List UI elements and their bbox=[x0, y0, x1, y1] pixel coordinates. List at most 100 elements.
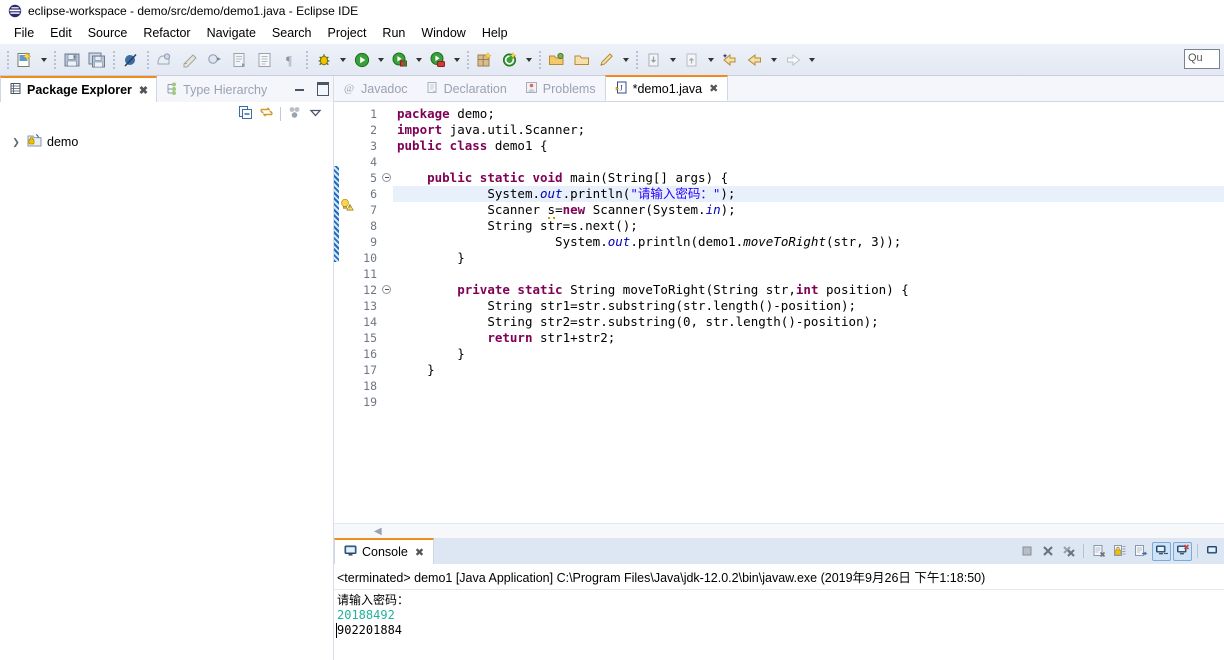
tab-javadoc[interactable]: @ Javadoc bbox=[334, 77, 417, 101]
code-line[interactable]: String str2=str.substring(0, str.length(… bbox=[393, 314, 1224, 330]
open-type-button[interactable] bbox=[203, 48, 227, 72]
annotation-button[interactable] bbox=[595, 48, 619, 72]
new-git-repo-button[interactable] bbox=[498, 48, 522, 72]
new-package-wizard-button[interactable] bbox=[473, 48, 497, 72]
close-icon[interactable]: ✖ bbox=[709, 82, 718, 95]
back-to-button[interactable] bbox=[718, 48, 742, 72]
save-all-button[interactable] bbox=[85, 48, 109, 72]
menu-window[interactable]: Window bbox=[413, 24, 473, 42]
remove-all-launches-button[interactable] bbox=[1059, 542, 1078, 561]
code-line[interactable]: System.out.println("请输入密码："); bbox=[393, 186, 1224, 202]
code-line[interactable]: private static String moveToRight(String… bbox=[393, 282, 1224, 298]
open-perspective-button[interactable] bbox=[545, 48, 569, 72]
code-line[interactable]: package demo; bbox=[393, 106, 1224, 122]
code-line[interactable]: import java.util.Scanner; bbox=[393, 122, 1224, 138]
open-task-button[interactable] bbox=[228, 48, 252, 72]
code-line[interactable]: } bbox=[393, 362, 1224, 378]
git-dropdown-arrow[interactable] bbox=[523, 48, 535, 72]
code-line[interactable]: System.out.println(demo1.moveToRight(str… bbox=[393, 234, 1224, 250]
menu-file[interactable]: File bbox=[6, 24, 42, 42]
open-folder-button[interactable] bbox=[570, 48, 594, 72]
annotation-dropdown-arrow[interactable] bbox=[620, 48, 632, 72]
display-selected-console-button[interactable] bbox=[1173, 541, 1192, 561]
code-line[interactable]: String str1=str.substring(str.length()-p… bbox=[393, 298, 1224, 314]
close-icon[interactable]: ✖ bbox=[139, 84, 148, 97]
code-editor[interactable]: ! 1 2 3 4 5 6 7 8 9 10 11 12 13 14 15 16 17 18 19 package … bbox=[334, 102, 1224, 523]
scroll-left-icon[interactable]: ◀ bbox=[374, 526, 382, 537]
tab-problems[interactable]: Problems bbox=[516, 77, 605, 101]
code-line[interactable]: public class demo1 { bbox=[393, 138, 1224, 154]
scroll-lock-button[interactable] bbox=[1110, 542, 1129, 561]
menu-navigate[interactable]: Navigate bbox=[199, 24, 264, 42]
word-wrap-button[interactable] bbox=[1131, 542, 1150, 561]
previous-annotation-dropdown-arrow[interactable] bbox=[705, 48, 717, 72]
code-line[interactable]: } bbox=[393, 250, 1224, 266]
code-line[interactable]: return str1+str2; bbox=[393, 330, 1224, 346]
open-console-button[interactable] bbox=[1203, 542, 1222, 561]
debug-button[interactable] bbox=[312, 48, 336, 72]
menu-refactor[interactable]: Refactor bbox=[135, 24, 198, 42]
tab-demo1-java[interactable]: J *demo1.java ✖ bbox=[604, 75, 729, 101]
coverage-button[interactable] bbox=[426, 48, 450, 72]
minimize-icon[interactable] bbox=[293, 80, 307, 94]
menu-help[interactable]: Help bbox=[474, 24, 516, 42]
run-external-tools-button[interactable] bbox=[388, 48, 412, 72]
code-line[interactable] bbox=[393, 394, 1224, 410]
code-line[interactable]: Scanner s=new Scanner(System.in); bbox=[393, 202, 1224, 219]
terminate-button[interactable] bbox=[1017, 542, 1036, 561]
remove-launch-button[interactable] bbox=[1038, 542, 1057, 561]
annotation-gutter[interactable]: ! bbox=[339, 102, 355, 523]
coverage-dropdown-arrow[interactable] bbox=[451, 48, 463, 72]
debug-dropdown-arrow[interactable] bbox=[337, 48, 349, 72]
tab-console[interactable]: Console ✖ bbox=[334, 538, 435, 564]
back-dropdown-arrow[interactable] bbox=[768, 48, 780, 72]
close-icon[interactable]: ✖ bbox=[415, 546, 424, 559]
code-content[interactable]: package demo; import java.util.Scanner; pu… bbox=[393, 102, 1224, 523]
external-tools-dropdown-arrow[interactable] bbox=[413, 48, 425, 72]
collapse-icon[interactable] bbox=[382, 285, 391, 294]
next-annotation-button[interactable] bbox=[642, 48, 666, 72]
previous-annotation-button[interactable] bbox=[680, 48, 704, 72]
menu-project[interactable]: Project bbox=[320, 24, 375, 42]
collapse-icon[interactable] bbox=[382, 173, 391, 182]
code-line[interactable] bbox=[393, 378, 1224, 394]
view-menu-group-icon[interactable] bbox=[287, 105, 302, 123]
back-button[interactable] bbox=[743, 48, 767, 72]
code-line[interactable] bbox=[393, 266, 1224, 282]
folding-ruler[interactable] bbox=[381, 102, 393, 523]
link-with-editor-icon[interactable] bbox=[259, 105, 274, 123]
menu-run[interactable]: Run bbox=[374, 24, 413, 42]
run-dropdown-arrow[interactable] bbox=[375, 48, 387, 72]
tree-item-demo[interactable]: ❯ demo bbox=[6, 132, 333, 152]
console-output[interactable]: 请输入密码： 20188492 902201884 bbox=[334, 590, 1224, 660]
warning-bulb-icon[interactable]: ! bbox=[339, 197, 354, 215]
scroll-track[interactable] bbox=[382, 526, 1224, 536]
pin-console-button[interactable] bbox=[1152, 541, 1171, 561]
menu-source[interactable]: Source bbox=[80, 24, 136, 42]
menu-edit[interactable]: Edit bbox=[42, 24, 80, 42]
tab-package-explorer[interactable]: Package Explorer ✖ bbox=[0, 76, 158, 102]
code-line[interactable]: } bbox=[393, 346, 1224, 362]
next-annotation-dropdown-arrow[interactable] bbox=[667, 48, 679, 72]
tab-type-hierarchy[interactable]: Type Hierarchy bbox=[157, 78, 275, 102]
clear-console-button[interactable] bbox=[1089, 542, 1108, 561]
maximize-icon[interactable] bbox=[315, 80, 329, 96]
view-menu-icon[interactable] bbox=[308, 105, 323, 123]
editor-horizontal-scrollbar[interactable]: ◀ bbox=[334, 523, 1224, 538]
chevron-right-icon[interactable]: ❯ bbox=[10, 136, 22, 148]
new-java-class-button[interactable] bbox=[178, 48, 202, 72]
forward-button[interactable] bbox=[781, 48, 805, 72]
open-element-button[interactable] bbox=[253, 48, 277, 72]
code-line[interactable]: String str=s.next(); bbox=[393, 218, 1224, 234]
code-line[interactable] bbox=[393, 154, 1224, 170]
menu-search[interactable]: Search bbox=[264, 24, 320, 42]
tab-declaration[interactable]: Declaration bbox=[417, 77, 516, 101]
collapse-all-icon[interactable] bbox=[238, 105, 253, 123]
code-line[interactable]: public static void main(String[] args) { bbox=[393, 170, 1224, 186]
quick-access-input[interactable]: Qu bbox=[1184, 49, 1220, 69]
new-java-package-button[interactable] bbox=[153, 48, 177, 72]
save-button[interactable] bbox=[60, 48, 84, 72]
new-wizard-button[interactable] bbox=[13, 48, 37, 72]
run-button[interactable] bbox=[350, 48, 374, 72]
forward-dropdown-arrow[interactable] bbox=[806, 48, 818, 72]
